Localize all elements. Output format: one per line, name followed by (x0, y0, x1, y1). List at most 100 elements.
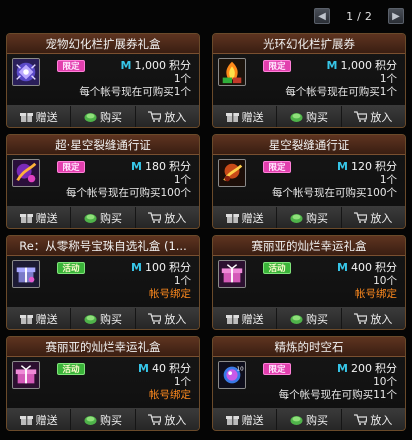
gift-icon (225, 315, 239, 324)
buy-button[interactable]: 购买 (71, 308, 136, 329)
add-to-cart-button[interactable]: 放入 (136, 409, 199, 430)
triangle-right-icon[interactable]: ▶ (388, 8, 404, 24)
gift-button[interactable]: 赠送 (213, 308, 278, 329)
gift-label: 赠送 (35, 312, 58, 326)
cart-label: 放入 (164, 211, 187, 225)
add-to-cart-button[interactable]: 放入 (136, 106, 199, 127)
gift-label: 赠送 (241, 312, 264, 326)
cart-icon (354, 313, 368, 324)
item-actions: 赠送 购买 放入 (7, 307, 199, 329)
price-value: 400 (351, 260, 372, 274)
buy-button[interactable]: 购买 (277, 106, 342, 127)
buy-icon (290, 113, 303, 122)
event-badge: 活动 (57, 363, 85, 375)
add-to-cart-button[interactable]: 放入 (342, 308, 405, 329)
buy-button[interactable]: 购买 (71, 409, 136, 430)
pager: ◀ 1/2 ▶ (314, 6, 404, 26)
item-body: 限定 M 180 积分 1个 每个帐号现在可购买100个 (7, 155, 199, 206)
cart-icon (148, 414, 162, 425)
buy-icon (290, 214, 303, 223)
item-actions: 赠送 购买 放入 (213, 206, 405, 228)
gift-button[interactable]: 赠送 (7, 308, 72, 329)
price-value: 180 (145, 159, 166, 173)
add-to-cart-button[interactable]: 放入 (342, 106, 405, 127)
gift-icon (225, 416, 239, 425)
purchase-limit-note: 每个帐号现在可购买1个 (285, 86, 397, 98)
item-actions: 赠送 购买 放入 (7, 408, 199, 430)
purchase-limit-note: 每个帐号现在可购买11个 (278, 389, 397, 401)
cart-icon (354, 111, 368, 122)
price-value: 1,000 (134, 58, 167, 72)
seria-lucky-box-icon[interactable] (12, 361, 40, 389)
limited-badge: 限定 (263, 161, 291, 173)
svg-text:10: 10 (237, 366, 245, 372)
buy-button[interactable]: 购买 (277, 207, 342, 228)
buy-button[interactable]: 购买 (277, 308, 342, 329)
gift-label: 赠送 (241, 211, 264, 225)
currency-icon: M (120, 58, 132, 72)
gift-button[interactable]: 赠送 (213, 106, 278, 127)
gift-label: 赠送 (35, 110, 58, 124)
gift-button[interactable]: 赠送 (7, 207, 72, 228)
item-title: Re：从零称号宝珠自选礼盒 (1... (7, 236, 199, 256)
buy-label: 购买 (305, 211, 328, 225)
price-value: 1,000 (340, 58, 373, 72)
buy-button[interactable]: 购买 (277, 409, 342, 430)
account-bound-label: 帐号绑定 (149, 389, 191, 401)
event-badge: 活动 (263, 262, 291, 274)
gift-button[interactable]: 赠送 (7, 106, 72, 127)
gift-icon (19, 416, 33, 425)
item-card: 宠物幻化栏扩展券礼盒 限定 M 1,000 积分 1个 每个帐号现在可购买1个 赠送 购买 放入 (6, 33, 200, 128)
currency-icon: M (337, 361, 348, 375)
gift-button[interactable]: 赠送 (213, 409, 278, 430)
cart-icon (354, 414, 368, 425)
spacetime-stone-icon[interactable]: 10 (218, 361, 246, 389)
purchase-limit-note: 每个帐号现在可购买100个 (65, 187, 191, 199)
buy-button[interactable]: 购买 (71, 207, 136, 228)
item-actions: 赠送 购买 放入 (7, 206, 199, 228)
item-title: 精炼的时空石 (213, 337, 405, 357)
item-body: 活动 M 400 积分 10个 帐号绑定 (213, 256, 405, 307)
buy-button[interactable]: 购买 (71, 106, 136, 127)
item-title: 赛丽亚的灿烂幸运礼盒 (7, 337, 199, 357)
buy-label: 购买 (99, 211, 122, 225)
limited-badge: 限定 (57, 161, 85, 173)
buy-icon (84, 315, 97, 324)
price-value: 120 (351, 159, 372, 173)
rift-pass-icon[interactable] (218, 159, 246, 187)
gift-icon (19, 113, 33, 122)
add-to-cart-button[interactable]: 放入 (342, 207, 405, 228)
aura-ticket-icon[interactable] (218, 58, 246, 86)
item-body: 活动 M 40 积分 1个 帐号绑定 (7, 357, 199, 408)
pet-gift-icon[interactable] (12, 58, 40, 86)
item-card: Re：从零称号宝珠自选礼盒 (1... 活动 M 100 积分 1个 帐号绑定 赠送 购买 放入 (6, 235, 200, 330)
page-total: 2 (364, 9, 372, 23)
triangle-left-icon[interactable]: ◀ (314, 8, 330, 24)
add-to-cart-button[interactable]: 放入 (136, 308, 199, 329)
gift-button[interactable]: 赠送 (7, 409, 72, 430)
super-rift-pass-icon[interactable] (12, 159, 40, 187)
currency-icon: M (337, 159, 348, 173)
purchase-limit-note: 每个帐号现在可购买1个 (79, 86, 191, 98)
limited-badge: 限定 (263, 363, 291, 375)
limited-badge: 限定 (57, 60, 85, 72)
seria-lucky-box-icon[interactable] (218, 260, 246, 288)
price-value: 100 (145, 260, 166, 274)
cart-icon (148, 111, 162, 122)
add-to-cart-button[interactable]: 放入 (136, 207, 199, 228)
item-actions: 赠送 购买 放入 (213, 105, 405, 127)
currency-icon: M (326, 58, 338, 72)
currency-icon: M (131, 159, 142, 173)
item-title: 赛丽亚的灿烂幸运礼盒 (213, 236, 405, 256)
item-card: 赛丽亚的灿烂幸运礼盒 活动 M 400 积分 10个 帐号绑定赠送 购买 放入 (212, 235, 406, 330)
item-card: 赛丽亚的灿烂幸运礼盒 活动 M 40 积分 1个 帐号绑定 赠送 购买 放入 (6, 336, 200, 431)
cart-label: 放入 (164, 110, 187, 124)
title-orb-box-icon[interactable] (12, 260, 40, 288)
gift-button[interactable]: 赠送 (213, 207, 278, 228)
cart-label: 放入 (370, 312, 393, 326)
limited-badge: 限定 (263, 60, 291, 72)
gift-icon (19, 214, 33, 223)
item-actions: 赠送 购买 放入 (213, 307, 405, 329)
page-current: 1 (346, 9, 354, 23)
add-to-cart-button[interactable]: 放入 (342, 409, 405, 430)
